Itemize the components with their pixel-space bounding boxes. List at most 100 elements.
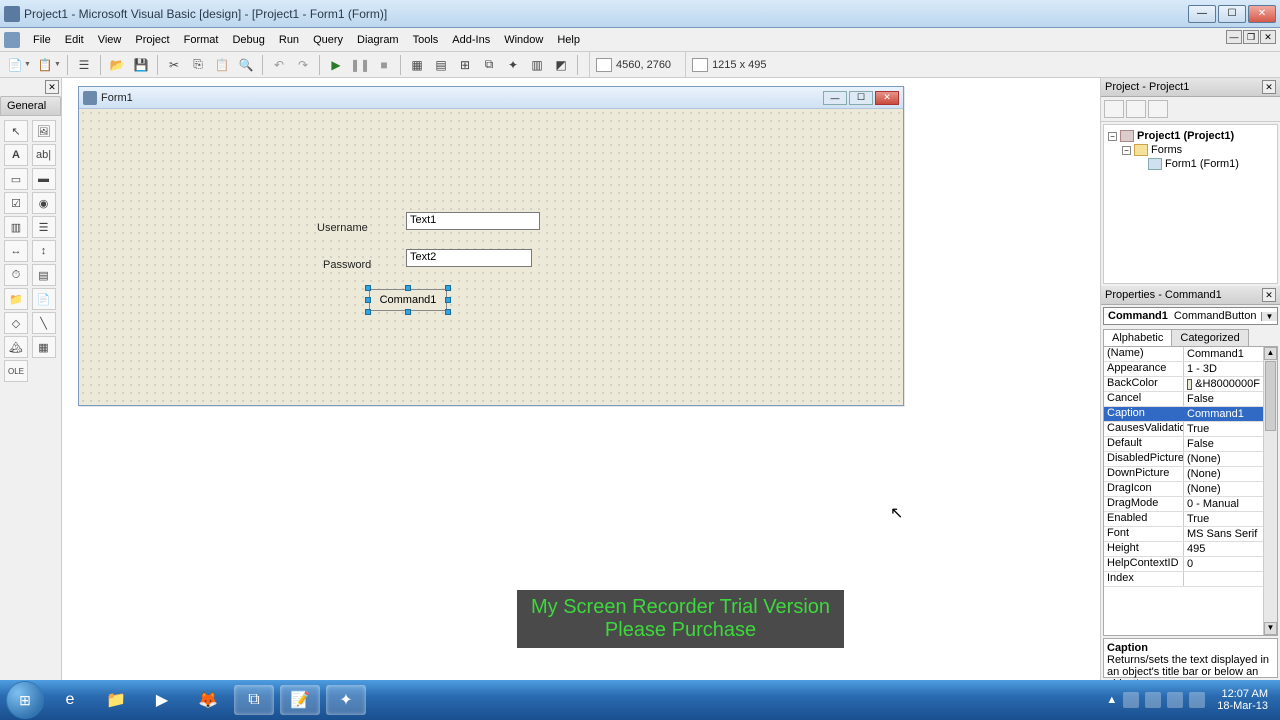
property-row[interactable]: FontMS Sans Serif (1104, 527, 1263, 542)
form-designer-window[interactable]: Form1 — ☐ ✕ Username Text1 Password Text… (78, 86, 904, 406)
resize-handle[interactable] (365, 309, 371, 315)
undo-button[interactable]: ↶ (268, 54, 290, 76)
tray-icon[interactable] (1167, 692, 1183, 708)
pause-button[interactable]: ❚❚ (349, 54, 371, 76)
resize-handle[interactable] (445, 285, 451, 291)
resize-handle[interactable] (365, 297, 371, 303)
checkbox-tool[interactable]: ☑ (4, 192, 28, 214)
property-row[interactable]: DefaultFalse (1104, 437, 1263, 452)
shape-tool[interactable]: ◇ (4, 312, 28, 334)
line-tool[interactable]: ╲ (32, 312, 56, 334)
menu-format[interactable]: Format (177, 31, 226, 49)
form-maximize-button[interactable]: ☐ (849, 91, 873, 105)
redo-button[interactable]: ↷ (292, 54, 314, 76)
volume-icon[interactable] (1189, 692, 1205, 708)
start-button[interactable]: ⊞ (6, 681, 44, 719)
commandbutton-tool[interactable]: ▬ (32, 168, 56, 190)
form-close-button[interactable]: ✕ (875, 91, 899, 105)
find-button[interactable]: 🔍 (235, 54, 257, 76)
save-button[interactable]: 💾 (130, 54, 152, 76)
run-button[interactable]: ▶ (325, 54, 347, 76)
property-row[interactable]: CaptionCommand1 (1104, 407, 1263, 422)
view-object-button[interactable] (1126, 100, 1146, 118)
property-grid[interactable]: (Name)Command1Appearance1 - 3DBackColor&… (1103, 346, 1278, 636)
pointer-tool[interactable]: ↖ (4, 120, 28, 142)
menu-run[interactable]: Run (272, 31, 306, 49)
menu-debug[interactable]: Debug (225, 31, 271, 49)
open-button[interactable]: 📂 (106, 54, 128, 76)
resize-handle[interactable] (445, 297, 451, 303)
menu-tools[interactable]: Tools (406, 31, 446, 49)
scroll-up-icon[interactable]: ▲ (1264, 347, 1277, 360)
tray-expand-icon[interactable]: ▲ (1106, 694, 1117, 706)
data-tool[interactable]: ▦ (32, 336, 56, 358)
stop-button[interactable]: ■ (373, 54, 395, 76)
label-tool[interactable]: A (4, 144, 28, 166)
vb-taskbar-icon[interactable]: ✦ (326, 685, 366, 715)
timer-tool[interactable]: ⏱ (4, 264, 28, 286)
project-node[interactable]: −Project1 (Project1) (1108, 129, 1273, 143)
notepad-taskbar-icon[interactable]: 📝 (280, 685, 320, 715)
toggle-folders-button[interactable] (1148, 100, 1168, 118)
firefox-taskbar-icon[interactable]: 🦊 (188, 685, 228, 715)
command1-button[interactable]: Command1 (369, 289, 447, 311)
menu-diagram[interactable]: Diagram (350, 31, 406, 49)
tray-icon[interactable] (1123, 692, 1139, 708)
property-row[interactable]: Index (1104, 572, 1263, 587)
mdi-close-button[interactable]: ✕ (1260, 30, 1276, 44)
property-row[interactable]: HelpContextID0 (1104, 557, 1263, 572)
resize-handle[interactable] (445, 309, 451, 315)
menu-edit[interactable]: Edit (58, 31, 91, 49)
dropdown-icon[interactable]: ▼ (54, 61, 62, 68)
resize-handle[interactable] (405, 285, 411, 291)
resize-handle[interactable] (365, 285, 371, 291)
object-browser-button[interactable]: ⧉ (478, 54, 500, 76)
dirlistbox-tool[interactable]: 📁 (4, 288, 28, 310)
hscrollbar-tool[interactable]: ↔ (4, 240, 28, 262)
property-row[interactable]: DragMode0 - Manual (1104, 497, 1263, 512)
property-row[interactable]: EnabledTrue (1104, 512, 1263, 527)
close-button[interactable]: ✕ (1248, 5, 1276, 23)
properties-window-button[interactable]: ▤ (430, 54, 452, 76)
image-tool[interactable]: 🏔 (4, 336, 28, 358)
ie-taskbar-icon[interactable]: e (50, 685, 90, 715)
alphabetic-tab[interactable]: Alphabetic (1103, 329, 1172, 346)
form-layout-button[interactable]: ⊞ (454, 54, 476, 76)
property-row[interactable]: CausesValidationTrue (1104, 422, 1263, 437)
vscrollbar-tool[interactable]: ↕ (32, 240, 56, 262)
filelistbox-tool[interactable]: 📄 (32, 288, 56, 310)
copy-button[interactable]: ⎘ (187, 54, 209, 76)
combobox-tool[interactable]: ▥ (4, 216, 28, 238)
property-row[interactable]: DownPicture(None) (1104, 467, 1263, 482)
property-row[interactable]: CancelFalse (1104, 392, 1263, 407)
combo-dropdown-icon[interactable]: ▼ (1261, 312, 1277, 321)
add-form-button[interactable]: 📋 (34, 54, 56, 76)
form-design-grid[interactable]: Username Text1 Password Text2 Command1 (79, 109, 903, 405)
add-project-button[interactable]: 📄 (4, 54, 26, 76)
property-row[interactable]: DragIcon(None) (1104, 482, 1263, 497)
properties-close-button[interactable]: ✕ (1262, 288, 1276, 302)
minimize-button[interactable]: — (1188, 5, 1216, 23)
component-manager-button[interactable]: ◩ (550, 54, 572, 76)
username-textbox[interactable]: Text1 (406, 212, 540, 230)
menu-window[interactable]: Window (497, 31, 550, 49)
picturebox-tool[interactable]: 🖼 (32, 120, 56, 142)
project-close-button[interactable]: ✕ (1262, 80, 1276, 94)
menu-query[interactable]: Query (306, 31, 350, 49)
paste-button[interactable]: 📋 (211, 54, 233, 76)
explorer-taskbar-icon[interactable]: 📁 (96, 685, 136, 715)
password-label[interactable]: Password (323, 259, 371, 271)
tray-icon[interactable] (1145, 692, 1161, 708)
menu-help[interactable]: Help (550, 31, 587, 49)
property-row[interactable]: (Name)Command1 (1104, 347, 1263, 362)
listbox-tool[interactable]: ☰ (32, 216, 56, 238)
view-code-button[interactable] (1104, 100, 1124, 118)
project-tree[interactable]: −Project1 (Project1) −Forms Form1 (Form1… (1103, 124, 1278, 284)
textbox-tool[interactable]: ab| (32, 144, 56, 166)
form-minimize-button[interactable]: — (823, 91, 847, 105)
mdi-restore-button[interactable]: ❐ (1243, 30, 1259, 44)
property-row[interactable]: BackColor&H8000000F (1104, 377, 1263, 392)
frame-tool[interactable]: ▭ (4, 168, 28, 190)
recorder-taskbar-icon[interactable]: ⧉ (234, 685, 274, 715)
form1-node[interactable]: Form1 (Form1) (1136, 157, 1273, 171)
